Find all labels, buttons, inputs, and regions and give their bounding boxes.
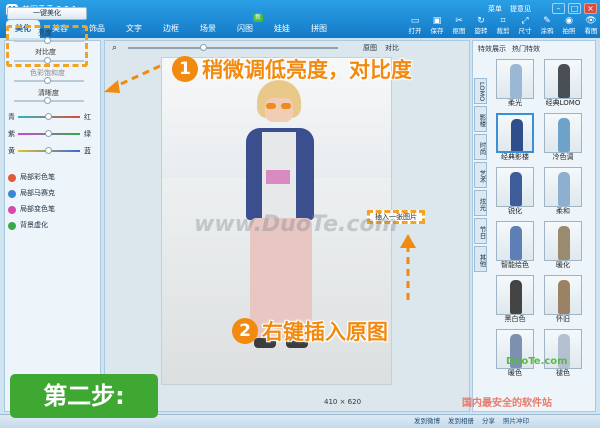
callout-1-text: 稍微调低亮度，对比度 — [202, 58, 412, 82]
arrow-2-head — [400, 234, 416, 248]
callout-1-number: 1 — [172, 56, 198, 82]
callout-2-number: 2 — [232, 318, 258, 344]
callout-2-text: 右键插入原图 — [262, 320, 388, 344]
callout-step-1: 1 稍微调低亮度，对比度 — [172, 54, 412, 84]
callout-step-2: 2 右键插入原图 — [232, 316, 388, 346]
watermark-site: DuoTe.com — [506, 356, 568, 367]
arrow-1-line — [111, 64, 161, 90]
watermark-slogan: 国内最安全的软件站 — [462, 398, 552, 409]
watermark-main: www.DuoTe.com — [194, 212, 398, 237]
arrow-1-head — [104, 80, 120, 93]
step-label: 第二步: — [10, 374, 158, 418]
